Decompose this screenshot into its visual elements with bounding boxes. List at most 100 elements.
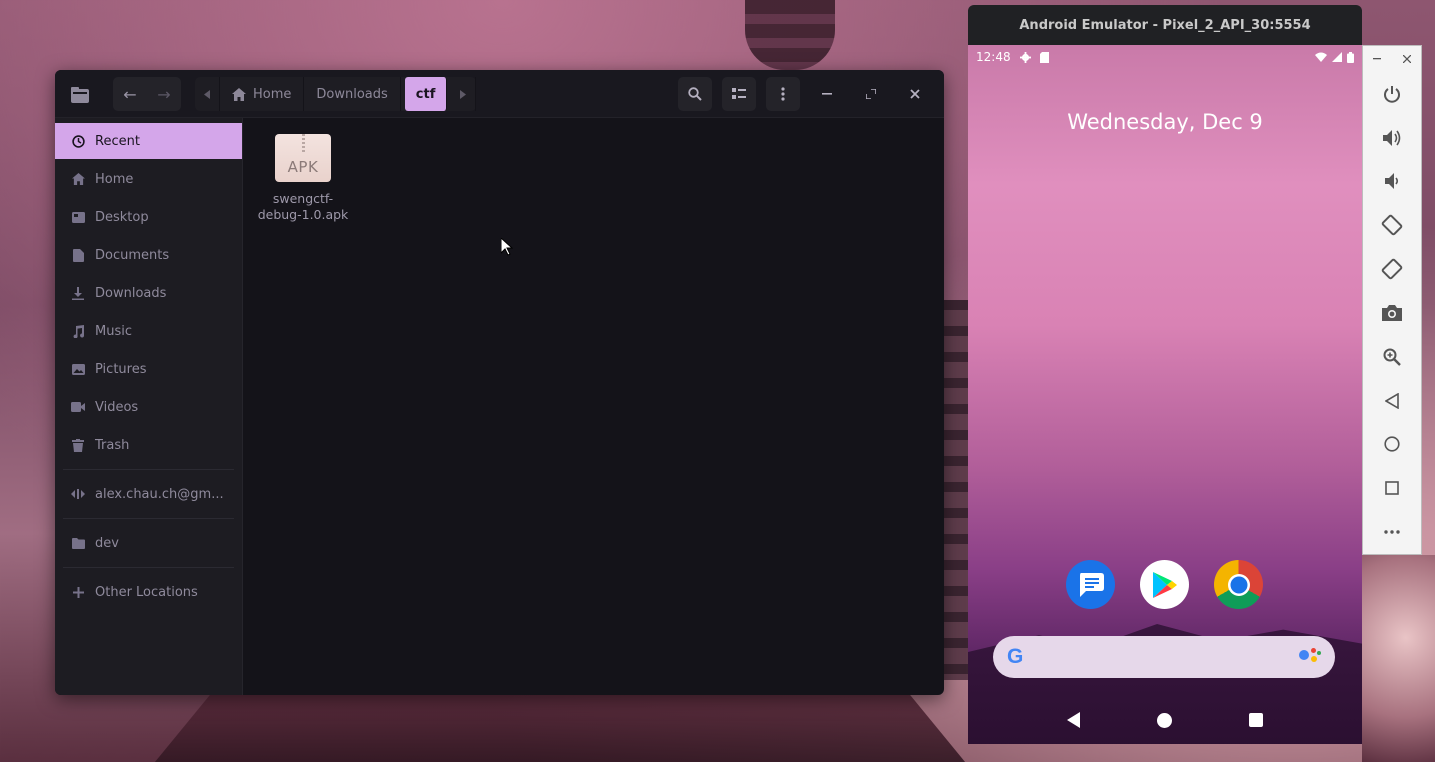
sidebar-divider	[63, 469, 234, 470]
header-bar: ← → Home Downloads ctf	[55, 70, 944, 118]
documents-icon	[71, 248, 85, 262]
camera-icon	[1382, 304, 1402, 321]
close-icon[interactable]	[1403, 54, 1411, 63]
search-button[interactable]	[678, 77, 712, 111]
home-icon	[71, 173, 85, 185]
sidebar-item-home[interactable]: Home	[55, 161, 242, 197]
nav-back-icon[interactable]	[1066, 712, 1080, 728]
breadcrumb-home[interactable]: Home	[220, 77, 305, 111]
back-button[interactable]	[1370, 379, 1414, 423]
nav-home-icon[interactable]	[1156, 712, 1172, 728]
minimize-button[interactable]	[810, 77, 844, 111]
wifi-icon	[1315, 52, 1327, 62]
rotate-left-button[interactable]	[1370, 203, 1414, 247]
view-toggle-button[interactable]	[722, 77, 756, 111]
wallpaper-pagoda-top	[745, 0, 835, 70]
breadcrumb-downloads[interactable]: Downloads	[304, 77, 401, 111]
sidebar-item-other-locations[interactable]: Other Locations	[55, 574, 242, 610]
breadcrumb-ctf-label: ctf	[415, 86, 436, 102]
folder-icon	[71, 537, 85, 549]
breadcrumb-left-arrow[interactable]	[195, 77, 220, 111]
file-item-apk[interactable]: APK swengctf- debug-1.0.apk	[255, 134, 351, 223]
sidebar-item-account[interactable]: alex.chau.ch@gm...	[55, 476, 242, 512]
kebab-menu-icon	[781, 87, 785, 101]
sidebar-item-videos[interactable]: Videos	[55, 389, 242, 425]
header-actions	[678, 77, 932, 111]
back-icon	[1385, 392, 1399, 409]
sidebar-item-downloads[interactable]: Downloads	[55, 275, 242, 311]
overview-icon	[1385, 481, 1399, 496]
trash-icon	[71, 438, 85, 452]
breadcrumb-ctf[interactable]: ctf	[404, 77, 448, 111]
recent-icon	[71, 134, 85, 148]
volume-up-button[interactable]	[1370, 116, 1414, 160]
sidebar-item-label: Recent	[95, 133, 140, 149]
plus-icon	[71, 586, 85, 598]
minimize-icon[interactable]	[1373, 57, 1381, 60]
close-icon	[910, 89, 920, 99]
toolbar-window-controls	[1363, 46, 1421, 72]
battery-icon	[1347, 51, 1354, 63]
sidebar-item-recent[interactable]: Recent	[55, 123, 242, 159]
messages-app-icon[interactable]	[1066, 560, 1115, 609]
file-manager-body: Recent Home Desktop Documents Downloads …	[55, 118, 944, 695]
maximize-button[interactable]	[854, 77, 888, 111]
downloads-icon	[71, 286, 85, 300]
sidebar-item-label: alex.chau.ch@gm...	[95, 486, 224, 502]
sidebar-item-label: Trash	[95, 437, 130, 453]
breadcrumb: Home Downloads ctf	[195, 77, 477, 111]
back-button[interactable]: ←	[113, 77, 147, 111]
mouse-cursor-icon	[500, 236, 514, 260]
sidebar-item-label: Videos	[95, 399, 139, 415]
more-button[interactable]	[1370, 510, 1414, 554]
close-button[interactable]	[898, 77, 932, 111]
volume-down-icon	[1385, 173, 1399, 190]
sidebar-divider	[63, 567, 234, 568]
home-button[interactable]	[1370, 423, 1414, 467]
emulator-title-bar[interactable]: Android Emulator - Pixel_2_API_30:5554	[968, 5, 1362, 45]
chrome-app-icon[interactable]	[1214, 560, 1263, 609]
android-nav-bar	[968, 700, 1362, 740]
videos-icon	[71, 402, 85, 412]
rotate-right-button[interactable]	[1370, 247, 1414, 291]
pictures-icon	[71, 363, 85, 375]
sidebar-item-pictures[interactable]: Pictures	[55, 351, 242, 387]
list-view-icon	[732, 88, 746, 99]
wallpaper-roof	[150, 688, 970, 762]
volume-down-button[interactable]	[1370, 160, 1414, 204]
maximize-icon	[866, 89, 876, 99]
zoom-button[interactable]	[1370, 335, 1414, 379]
screenshot-button[interactable]	[1370, 291, 1414, 335]
sidebar-item-desktop[interactable]: Desktop	[55, 199, 242, 235]
breadcrumb-home-label: Home	[253, 86, 292, 102]
overview-button[interactable]	[1370, 466, 1414, 510]
emulator-title: Android Emulator - Pixel_2_API_30:5554	[1019, 17, 1311, 33]
sidebar-item-documents[interactable]: Documents	[55, 237, 242, 273]
sidebar-item-dev[interactable]: dev	[55, 525, 242, 561]
home-circle-icon	[1384, 436, 1400, 453]
sidebar-item-label: Documents	[95, 247, 170, 263]
home-date[interactable]: Wednesday, Dec 9	[968, 110, 1362, 134]
breadcrumb-right-arrow[interactable]	[451, 77, 477, 111]
play-store-app-icon[interactable]	[1140, 560, 1189, 609]
sidebar: Recent Home Desktop Documents Downloads …	[55, 118, 243, 695]
sidebar-item-label: Desktop	[95, 209, 149, 225]
emulator-screen[interactable]: 12:48 Wednesday, Dec 9 G	[968, 45, 1362, 744]
volume-up-icon	[1383, 129, 1401, 146]
chevron-right-icon	[460, 89, 467, 99]
sidebar-item-label: Downloads	[95, 285, 167, 301]
cell-signal-icon	[1332, 52, 1342, 62]
desktop-icon	[71, 211, 85, 223]
forward-button[interactable]: →	[147, 77, 181, 111]
google-assistant-icon[interactable]	[1299, 648, 1321, 666]
status-bar: 12:48	[976, 48, 1354, 66]
sidebar-item-music[interactable]: Music	[55, 313, 242, 349]
nav-recents-icon[interactable]	[1249, 713, 1264, 727]
power-button[interactable]	[1370, 72, 1414, 116]
network-account-icon	[71, 488, 85, 500]
menu-button[interactable]	[766, 77, 800, 111]
sidebar-item-label: Pictures	[95, 361, 147, 377]
sidebar-item-trash[interactable]: Trash	[55, 427, 242, 463]
google-search-bar[interactable]: G	[993, 636, 1335, 678]
file-name: swengctf- debug-1.0.apk	[255, 191, 351, 223]
